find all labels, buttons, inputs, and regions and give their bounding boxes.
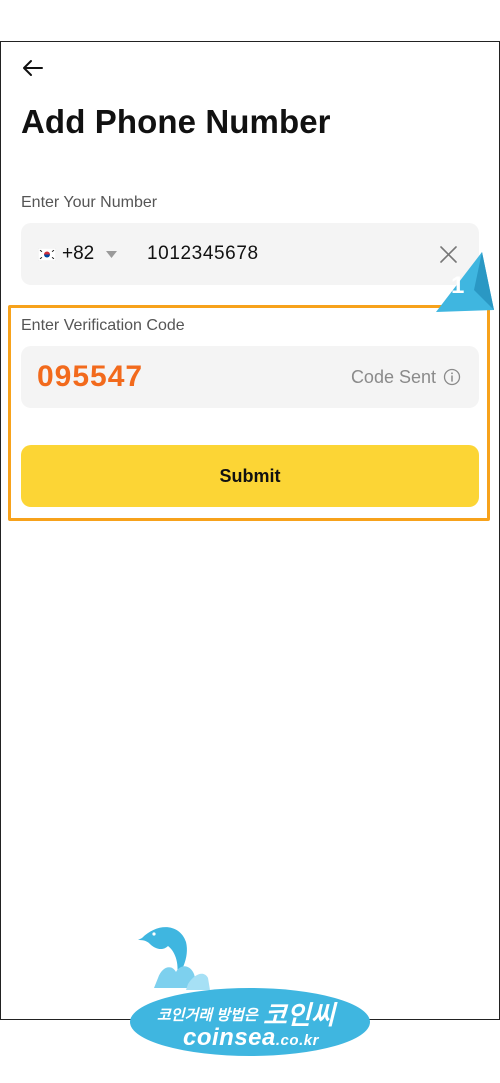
phone-label: Enter Your Number	[21, 194, 158, 211]
back-arrow-icon[interactable]	[20, 55, 46, 81]
app-screen	[0, 41, 500, 1020]
page-title: Add Phone Number	[21, 103, 331, 140]
caret-down-icon	[106, 250, 118, 258]
kr-flag-icon	[38, 247, 56, 261]
watermark-domain-name: coinsea	[183, 1024, 276, 1051]
watermark-domain: coinsea.co.kr	[183, 1024, 319, 1052]
country-code-text: +82	[62, 243, 95, 264]
step-marker-icon	[436, 252, 494, 312]
watermark-tld: .co.kr	[275, 1032, 319, 1049]
verification-code-value[interactable]: 095547	[37, 346, 143, 408]
code-sent-text: Code Sent	[350, 366, 436, 387]
step-number: 1	[451, 272, 465, 299]
submit-button[interactable]: Submit	[21, 445, 479, 507]
phone-number-value[interactable]: 1012345678	[147, 223, 259, 285]
watermark-tagline: 코인거래 방법은	[157, 1007, 258, 1024]
code-sent-status[interactable]: Code Sent	[351, 346, 461, 408]
phone-input-field[interactable]: +82 1012345678	[21, 223, 479, 285]
verification-code-field[interactable]: 095547 Code Sent	[21, 346, 479, 408]
info-icon[interactable]	[443, 368, 461, 386]
verification-label: Enter Verification Code	[21, 317, 185, 334]
country-code-selector[interactable]: +82	[38, 223, 118, 285]
